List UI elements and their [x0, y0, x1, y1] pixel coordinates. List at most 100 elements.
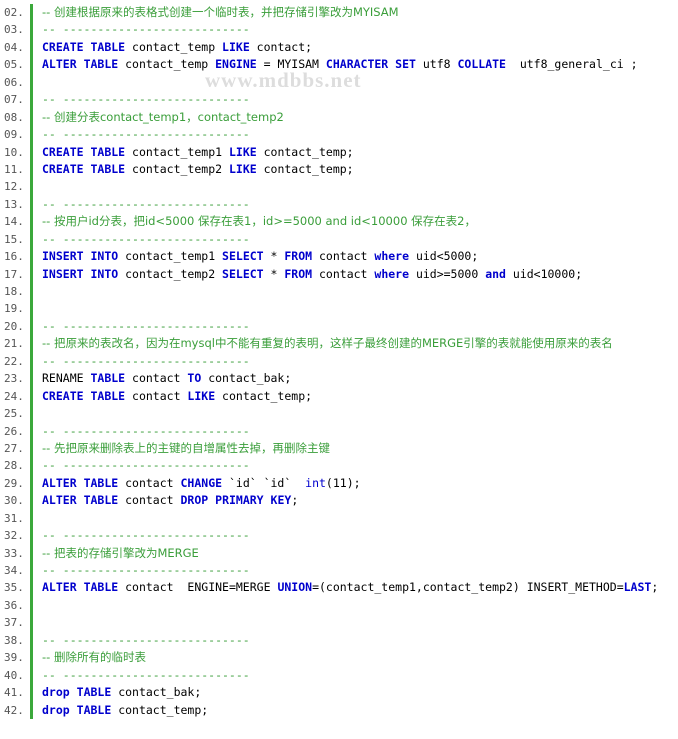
- code-text[interactable]: drop TABLE contact_temp;: [42, 702, 678, 719]
- code-text[interactable]: -- 创建根据原来的表格式创建一个临时表，并把存储引擎改为MYISAM: [42, 4, 678, 21]
- code-token: INTO: [90, 249, 119, 264]
- code-line: 11. CREATE TABLE contact_temp2 LIKE conta…: [0, 160, 678, 179]
- gutter-divider: [30, 614, 33, 632]
- code-text[interactable]: -- ---------------------------: [42, 457, 678, 474]
- code-text[interactable]: CREATE TABLE contact_temp LIKE contact;: [42, 39, 678, 56]
- code-text[interactable]: -- ---------------------------: [42, 423, 678, 440]
- code-token: contact_bak;: [201, 371, 292, 386]
- code-line: 33. -- 把表的存储引擎改为MERGE: [0, 544, 678, 562]
- code-text[interactable]: -- ---------------------------: [42, 667, 678, 684]
- line-number: 14.: [4, 215, 24, 229]
- line-number: 12.: [4, 180, 24, 194]
- code-line: 39. -- 删除所有的临时表: [0, 649, 678, 667]
- code-text[interactable]: ALTER TABLE contact ENGINE=MERGE UNION=(…: [42, 579, 678, 596]
- line-number: 05.: [4, 58, 24, 72]
- code-token: TABLE: [83, 57, 119, 72]
- gutter-divider: [30, 474, 33, 493]
- line-number: 17.: [4, 267, 24, 281]
- gutter-divider: [30, 108, 33, 127]
- line-number: 42.: [4, 703, 24, 717]
- code-token: (11);: [325, 475, 361, 490]
- code-token: and: [485, 266, 506, 281]
- code-token: TABLE: [90, 371, 126, 386]
- code-text[interactable]: -- ---------------------------: [42, 562, 678, 579]
- code-text[interactable]: INSERT INTO contact_temp1 SELECT * FROM …: [42, 248, 678, 265]
- line-number: 08.: [4, 110, 24, 124]
- code-text[interactable]: -- 先把原来删除表上的主键的自增属性去掉，再删除主键: [42, 440, 678, 457]
- code-text[interactable]: -- ---------------------------: [42, 21, 678, 38]
- code-line: 23. RENAME TABLE contact TO contact_bak;: [0, 370, 678, 388]
- code-text[interactable]: -- 把原来的表改名，因为在mysql中不能有重复的表明，这样子最终创建的MER…: [42, 335, 678, 352]
- code-token: LAST: [623, 580, 652, 595]
- code-token: TABLE: [76, 685, 112, 700]
- code-text[interactable]: ALTER TABLE contact DROP PRIMARY KEY;: [42, 492, 678, 509]
- gutter-divider: [30, 317, 33, 336]
- code-text[interactable]: ALTER TABLE contact_temp ENGINE = MYISAM…: [42, 56, 678, 73]
- code-token: contact_temp1: [125, 144, 229, 159]
- code-text[interactable]: ALTER TABLE contact CHANGE `id` `id` int…: [42, 475, 678, 492]
- code-token: -- 先把原来删除表上的主键的自增属性去掉，再删除主键: [42, 440, 330, 455]
- gutter-divider: [30, 4, 33, 22]
- code-text[interactable]: -- ---------------------------: [42, 527, 678, 544]
- line-number: 33.: [4, 546, 24, 560]
- code-text[interactable]: CREATE TABLE contact_temp2 LIKE contact_…: [42, 161, 678, 178]
- code-token: SELECT: [222, 266, 264, 281]
- code-line: 42. drop TABLE contact_temp;: [0, 701, 678, 719]
- code-line: 32. -- ---------------------------: [0, 527, 678, 545]
- gutter-divider: [30, 457, 33, 475]
- code-token: contact_bak;: [111, 685, 202, 700]
- code-token: FROM: [284, 266, 313, 281]
- code-text[interactable]: -- ---------------------------: [42, 632, 678, 649]
- gutter-divider: [30, 283, 33, 301]
- code-token: ALTER: [42, 57, 77, 72]
- code-line: 41. drop TABLE contact_bak;: [0, 684, 678, 702]
- code-line: 25.: [0, 405, 678, 423]
- line-number: 34.: [4, 564, 24, 577]
- code-token: TO: [187, 371, 202, 386]
- code-text[interactable]: -- ---------------------------: [42, 231, 678, 248]
- code-line: 29. ALTER TABLE contact CHANGE `id` `id` …: [0, 474, 678, 493]
- code-token: contact;: [249, 39, 313, 54]
- code-text[interactable]: drop TABLE contact_bak;: [42, 684, 678, 701]
- line-number: 36.: [4, 598, 24, 612]
- line-number: 06.: [4, 75, 24, 89]
- code-line: 04. CREATE TABLE contact_temp LIKE contac…: [0, 38, 678, 57]
- code-token: INSERT: [42, 266, 84, 281]
- code-line: 08. -- 创建分表contact_temp1，contact_temp2: [0, 108, 678, 127]
- code-text[interactable]: -- 按用户id分表，把id<5000 保存在表1，id>=5000 and i…: [42, 213, 678, 230]
- line-number: 40.: [4, 668, 24, 682]
- code-text[interactable]: -- ---------------------------: [42, 318, 678, 335]
- gutter-divider: [30, 178, 33, 196]
- gutter-divider: [30, 422, 33, 440]
- code-token: INSERT: [42, 249, 84, 264]
- gutter-divider: [30, 143, 33, 161]
- code-text[interactable]: CREATE TABLE contact_temp1 LIKE contact_…: [42, 144, 678, 161]
- code-text[interactable]: INSERT INTO contact_temp2 SELECT * FROM …: [42, 266, 678, 283]
- gutter-divider: [30, 21, 33, 39]
- code-token: = MYISAM: [256, 57, 326, 72]
- gutter-divider: [30, 300, 33, 318]
- code-text[interactable]: -- 删除所有的临时表: [42, 649, 678, 666]
- code-token: -- ---------------------------: [42, 528, 250, 543]
- code-line: 15. -- ---------------------------: [0, 230, 678, 249]
- line-number: 29.: [4, 476, 24, 490]
- code-text[interactable]: -- ---------------------------: [42, 91, 678, 108]
- code-text[interactable]: -- ---------------------------: [42, 126, 678, 143]
- code-text[interactable]: CREATE TABLE contact LIKE contact_temp;: [42, 388, 678, 405]
- line-number: 30.: [4, 494, 24, 508]
- code-text[interactable]: -- ---------------------------: [42, 353, 678, 370]
- gutter-divider: [30, 405, 33, 423]
- line-number: 21.: [4, 337, 24, 351]
- code-text[interactable]: -- 创建分表contact_temp1，contact_temp2: [42, 109, 678, 126]
- code-text[interactable]: -- 把表的存储引擎改为MERGE: [42, 545, 678, 562]
- code-text[interactable]: RENAME TABLE contact TO contact_bak;: [42, 370, 678, 387]
- code-token: LIKE: [222, 39, 250, 54]
- line-number: 10.: [4, 145, 24, 159]
- code-token: CHARACTER: [325, 57, 389, 72]
- code-token: ;: [651, 580, 659, 595]
- code-listing: www.mdbbs.net 02. -- 创建根据原来的表格式创建一个临时表，并把…: [0, 0, 678, 719]
- line-number: 16.: [4, 250, 24, 264]
- code-text[interactable]: -- ---------------------------: [42, 196, 678, 213]
